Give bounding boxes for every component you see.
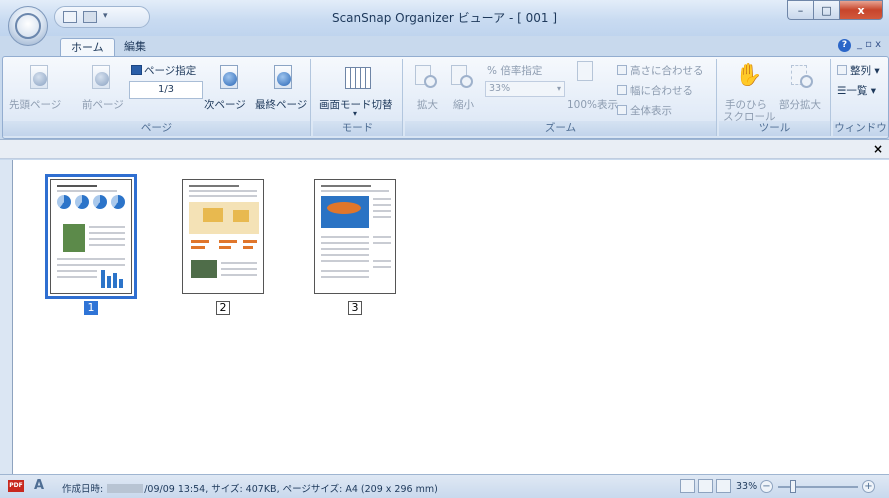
zoom-minus-button[interactable]: − xyxy=(760,480,773,493)
arrange-label: 整列 xyxy=(850,65,871,77)
tab-edit[interactable]: 編集 xyxy=(114,38,156,57)
help-icon[interactable]: ? xyxy=(837,39,851,52)
prev-page-button[interactable]: 前ページ xyxy=(82,97,124,112)
pdf-icon: PDF xyxy=(8,480,24,492)
single-page-view-icon[interactable] xyxy=(680,479,695,493)
page-thumbnail-1[interactable] xyxy=(45,174,137,299)
page-number-input[interactable]: 1/3 xyxy=(129,81,203,99)
arrange-button[interactable]: 整列 ▾ xyxy=(837,63,880,78)
page-group-label: ページ xyxy=(3,121,310,136)
close-icon[interactable]: × xyxy=(873,142,883,156)
zoom-slider-handle[interactable] xyxy=(790,480,796,493)
next-page-button[interactable]: 次ページ xyxy=(204,97,246,112)
zoom-out-button[interactable]: 縮小 xyxy=(453,97,474,112)
window-group-label: ウィンドウ xyxy=(833,121,888,136)
redacted-year xyxy=(107,484,144,493)
page-specify-label: ページ指定 xyxy=(144,65,197,77)
window-title: ScanSnap Organizer ビューア - [ 001 ] xyxy=(331,11,558,25)
fit-height-icon xyxy=(617,65,627,75)
ribbon-tabs: ホーム 編集 ? _ ▫ x xyxy=(0,36,889,57)
percent-icon: % xyxy=(487,65,501,77)
minimize-button[interactable]: – xyxy=(787,0,813,20)
created-label: 作成日時: xyxy=(62,484,104,495)
zoom-out-icon xyxy=(451,65,475,91)
fit-height-label: 高さに合わせる xyxy=(630,65,704,77)
mode-group: 画面モード切替 ▾ モード xyxy=(313,59,403,136)
hand-icon: ✋ xyxy=(735,63,763,88)
thumbnail-view[interactable]: 1 2 3 xyxy=(12,160,889,474)
scanner-icon xyxy=(15,13,41,39)
zoom-percent-label: % 倍率指定 xyxy=(487,63,542,78)
mode-group-label: モード xyxy=(313,121,402,136)
zoom-percent-text: 倍率指定 xyxy=(500,65,543,77)
page-specify-button[interactable]: ページ指定 xyxy=(131,63,196,78)
next-page-icon xyxy=(219,65,241,91)
list-icon: ☰ xyxy=(837,85,847,97)
zoom-select[interactable]: 33% xyxy=(485,81,565,97)
zoom-100-icon xyxy=(577,61,601,87)
zoom-in-button[interactable]: 拡大 xyxy=(417,97,438,112)
app-menu-button[interactable] xyxy=(8,6,48,46)
page-number-label-3: 3 xyxy=(348,301,362,315)
close-button[interactable]: x xyxy=(839,0,883,20)
page-specify-icon xyxy=(131,65,142,75)
fit-width-label: 幅に合わせる xyxy=(630,85,693,97)
chevron-down-icon[interactable]: ▾ xyxy=(353,109,357,118)
tab-home[interactable]: ホーム xyxy=(60,38,115,57)
fit-width-button[interactable]: 幅に合わせる xyxy=(617,83,693,98)
fit-height-button[interactable]: 高さに合わせる xyxy=(617,63,704,78)
file-info-text: 作成日時: /09/09 13:54, サイズ: 407KB, ページサイズ: … xyxy=(62,481,438,495)
zoom-level: 33% xyxy=(736,481,758,492)
last-page-icon xyxy=(273,65,295,91)
zoom-100-button[interactable]: 100%表示 xyxy=(567,97,618,112)
tool-group-label: ツール xyxy=(719,121,830,136)
maximize-button[interactable]: □ xyxy=(813,0,839,20)
thumbnail-view-icon[interactable] xyxy=(716,479,731,493)
view-mode-buttons xyxy=(680,479,731,493)
font-icon[interactable]: A xyxy=(34,478,44,493)
page-number-label-1: 1 xyxy=(84,301,98,315)
created-value: /09/09 13:54, サイズ: 407KB, ページサイズ: A4 (20… xyxy=(144,484,438,495)
partial-zoom-icon xyxy=(791,65,815,91)
zoom-in-icon xyxy=(415,65,439,91)
prev-page-icon xyxy=(91,65,113,91)
page-thumbnail-2[interactable] xyxy=(182,179,264,294)
fit-width-icon xyxy=(617,85,627,95)
show-all-button[interactable]: 全体表示 xyxy=(617,103,672,118)
arrange-icon xyxy=(837,65,847,75)
zoom-group-label: ズーム xyxy=(405,121,716,136)
status-bar: PDF A 作成日時: /09/09 13:54, サイズ: 407KB, ペー… xyxy=(0,474,889,498)
ribbon: 先頭ページ 前ページ ページ指定 1/3 次ページ 最終ページ ページ 画面モー… xyxy=(2,56,889,139)
list-button[interactable]: ☰一覧 ▾ xyxy=(837,83,876,98)
zoom-group: 拡大 縮小 % 倍率指定 33% 100%表示 高さに合わせる 幅に合わせる 全… xyxy=(405,59,717,136)
list-label: 一覧 xyxy=(846,85,868,97)
page-thumbnail-3[interactable] xyxy=(314,179,396,294)
page-group: 先頭ページ 前ページ ページ指定 1/3 次ページ 最終ページ ページ xyxy=(3,59,311,136)
continuous-view-icon[interactable] xyxy=(698,479,713,493)
last-page-button[interactable]: 最終ページ xyxy=(255,97,307,112)
title-bar: ▾ ScanSnap Organizer ビューア - [ 001 ] – □ … xyxy=(0,0,889,36)
show-all-label: 全体表示 xyxy=(630,105,672,117)
info-bar: × xyxy=(0,139,889,159)
page-number-label-2: 2 xyxy=(216,301,230,315)
window-group: 整列 ▾ ☰一覧 ▾ ウィンドウ xyxy=(833,59,888,136)
screen-mode-icon xyxy=(345,67,371,89)
first-page-icon xyxy=(29,65,51,91)
zoom-plus-button[interactable]: + xyxy=(862,480,875,493)
tool-group: ✋ 手のひら スクロール 部分拡大 ツール xyxy=(719,59,831,136)
left-panel-edge xyxy=(0,160,12,474)
show-all-icon xyxy=(617,105,627,115)
first-page-button[interactable]: 先頭ページ xyxy=(9,97,61,112)
partial-zoom-button[interactable]: 部分拡大 xyxy=(779,97,821,112)
ribbon-window-controls[interactable]: _ ▫ x xyxy=(857,39,881,52)
